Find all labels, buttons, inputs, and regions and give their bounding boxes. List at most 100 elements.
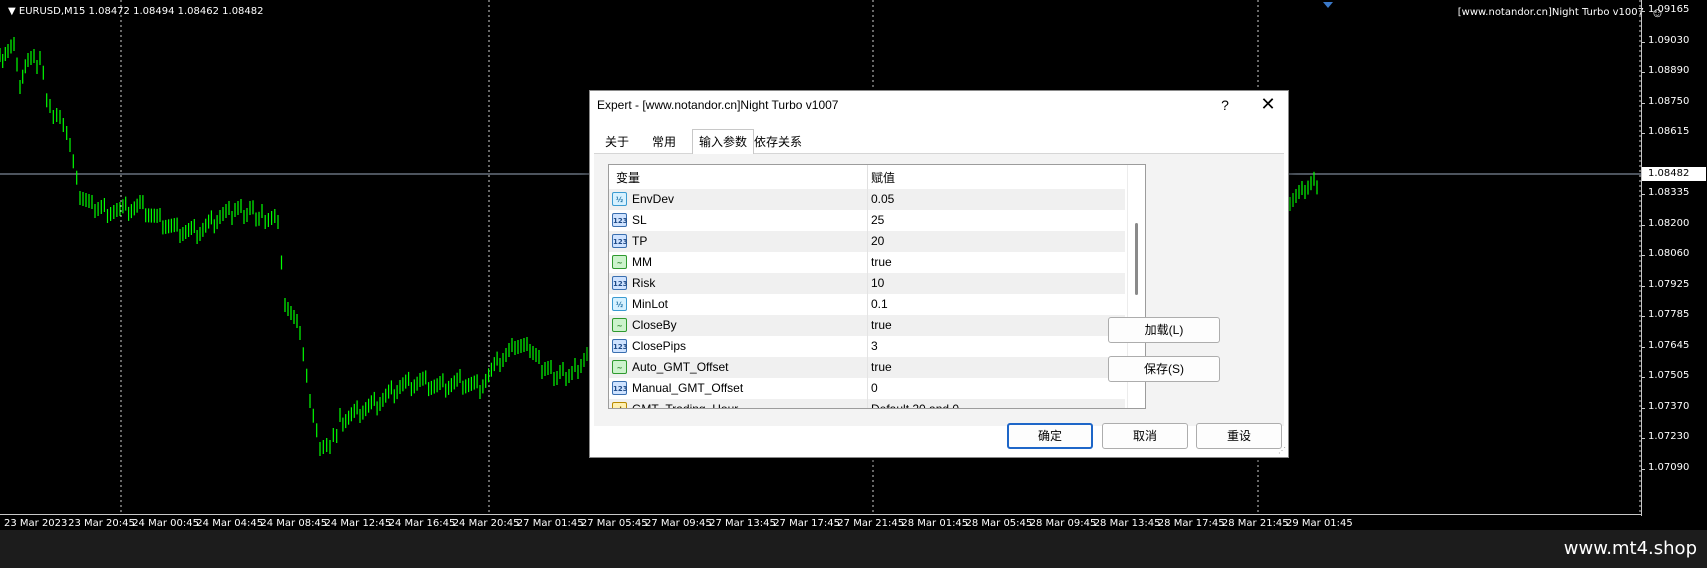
header-separator[interactable] (867, 165, 868, 189)
integer-type-icon: 123 (612, 213, 628, 227)
table-row[interactable]: ab GMT_Trading_Hour Default 20 and 0 (609, 399, 1125, 408)
bool-type-icon: ~ (612, 255, 627, 269)
price-label: 1.07925 (1648, 278, 1690, 290)
parameter-value[interactable]: 10 (871, 276, 884, 290)
price-label: 1.07505 (1648, 370, 1690, 381)
column-separator (867, 378, 868, 399)
price-tick (1641, 316, 1645, 317)
time-label: 27 Mar 05:45 (580, 518, 648, 529)
parameter-name: MM (632, 255, 652, 269)
bottom-bar: www.mt4.shop (0, 530, 1707, 568)
parameter-name: Auto_GMT_Offset (632, 360, 729, 374)
watermark: www.mt4.shop (1563, 538, 1697, 559)
table-row[interactable]: 123 Risk 10 (609, 273, 1125, 294)
table-row[interactable]: ½ MinLot 0.1 (609, 294, 1125, 315)
parameter-name: SL (632, 213, 647, 227)
parameter-value[interactable]: true (871, 255, 892, 269)
tab-dependencies[interactable]: 依存关系 (750, 131, 806, 153)
integer-type-icon: 123 (612, 276, 628, 290)
time-axis[interactable]: 23 Mar 2023 23 Mar 20:45 24 Mar 00:45 24 Ma… (0, 514, 1641, 531)
price-tick (1641, 102, 1645, 104)
reset-button[interactable]: 重设 (1196, 423, 1282, 449)
tab-common[interactable]: 常用 (646, 131, 682, 153)
column-separator (867, 399, 868, 408)
price-label: 1.09030 (1648, 34, 1690, 46)
expert-dialog[interactable]: Expert - [www.notandor.cn]Night Turbo v1… (589, 90, 1289, 458)
parameter-value[interactable]: Default 20 and 0 (871, 402, 959, 408)
price-tick (1641, 255, 1645, 256)
column-separator (867, 231, 868, 252)
table-row[interactable]: 123 TP 20 (609, 231, 1125, 252)
table-row[interactable]: ~ Auto_GMT_Offset true (609, 357, 1125, 378)
table-header: 变量 赋值 (609, 165, 1125, 190)
scrollbar-thumb[interactable] (1135, 223, 1138, 295)
symbol-dropdown-icon[interactable]: ▼ (8, 6, 16, 17)
parameter-name: Risk (632, 276, 656, 290)
parameters-table[interactable]: 变量 赋值 ½ EnvDev 0.05 123 SL 25 123 TP 20 ~ MM true 12… (608, 164, 1146, 409)
table-row[interactable]: 123 SL 25 (609, 210, 1125, 231)
time-label: 27 Mar 21:45 (837, 518, 905, 529)
price-tick (1641, 285, 1645, 287)
save-button[interactable]: 保存(S) (1108, 356, 1220, 382)
parameter-value[interactable]: 0.1 (871, 297, 888, 311)
price-label: 1.08335 (1648, 187, 1690, 198)
header-variable[interactable]: 变量 (616, 169, 640, 186)
time-label: 28 Mar 09:45 (1029, 518, 1097, 529)
parameter-value[interactable]: 3 (871, 339, 878, 353)
price-label: 1.07090 (1648, 461, 1690, 473)
tab-about[interactable]: 关于 (600, 131, 634, 153)
load-button[interactable]: 加载(L) (1108, 317, 1220, 343)
price-label: 1.08060 (1648, 248, 1690, 259)
column-separator (867, 294, 868, 315)
price-label: 1.07230 (1648, 431, 1690, 442)
price-tick (1641, 133, 1645, 134)
price-label: 1.08615 (1648, 126, 1690, 137)
cancel-button[interactable]: 取消 (1102, 423, 1188, 449)
tab-inputs[interactable]: 输入参数 (692, 129, 754, 154)
table-row[interactable]: ~ CloseBy true (609, 315, 1125, 336)
table-row[interactable]: ½ EnvDev 0.05 (609, 189, 1125, 210)
parameter-name: EnvDev (632, 192, 675, 206)
header-value[interactable]: 赋值 (871, 169, 895, 186)
price-tick (1641, 72, 1645, 73)
parameter-name: CloseBy (632, 318, 677, 332)
parameter-value[interactable]: true (871, 318, 892, 332)
parameter-value[interactable]: true (871, 360, 892, 374)
time-label: 24 Mar 16:45 (388, 518, 456, 529)
time-label: 28 Mar 01:45 (901, 518, 969, 529)
price-axis[interactable]: 1.09165 1.09030 1.08890 1.08750 1.08615 1.083… (1641, 0, 1707, 516)
price-tick (1641, 41, 1645, 43)
ok-button[interactable]: 确定 (1007, 423, 1093, 449)
parameter-value[interactable]: 20 (871, 234, 884, 248)
close-button[interactable]: ✕ (1257, 94, 1279, 114)
price-label: 1.07370 (1648, 400, 1690, 412)
resize-grip-icon[interactable]: ⋰ (1278, 446, 1286, 455)
time-label: 27 Mar 09:45 (645, 518, 712, 529)
time-label: 27 Mar 01:45 (516, 518, 584, 529)
shift-marker-icon[interactable] (1323, 2, 1333, 8)
symbol-info-text: EURUSD,M15 1.08472 1.08494 1.08462 1.084… (18, 6, 264, 17)
price-tick (1641, 11, 1645, 12)
time-label: 23 Mar 20:45 (68, 518, 135, 529)
time-label: 29 Mar 01:45 (1286, 518, 1353, 529)
time-label: 24 Mar 08:45 (260, 518, 328, 529)
price-tick (1641, 468, 1645, 470)
price-tick (1641, 407, 1645, 409)
parameter-value[interactable]: 25 (871, 213, 884, 227)
help-button[interactable]: ? (1217, 97, 1233, 113)
bool-type-icon: ~ (612, 360, 627, 374)
time-label: 27 Mar 17:45 (773, 518, 840, 529)
symbol-info: ▼ EURUSD,M15 1.08472 1.08494 1.08462 1.0… (8, 6, 264, 17)
price-tick (1641, 438, 1645, 439)
table-row[interactable]: 123 Manual_GMT_Offset 0 (609, 378, 1125, 399)
table-row[interactable]: ~ MM true (609, 252, 1125, 273)
integer-type-icon: 123 (612, 381, 628, 395)
table-row[interactable]: 123 ClosePips 3 (609, 336, 1125, 357)
time-label: 27 Mar 13:45 (709, 518, 776, 529)
integer-type-icon: 123 (612, 234, 628, 248)
parameter-value[interactable]: 0.05 (871, 192, 894, 206)
time-label: 28 Mar 21:45 (1221, 518, 1289, 529)
parameter-value[interactable]: 0 (871, 381, 878, 395)
parameter-name: ClosePips (632, 339, 687, 353)
price-label: 1.08750 (1648, 95, 1690, 107)
